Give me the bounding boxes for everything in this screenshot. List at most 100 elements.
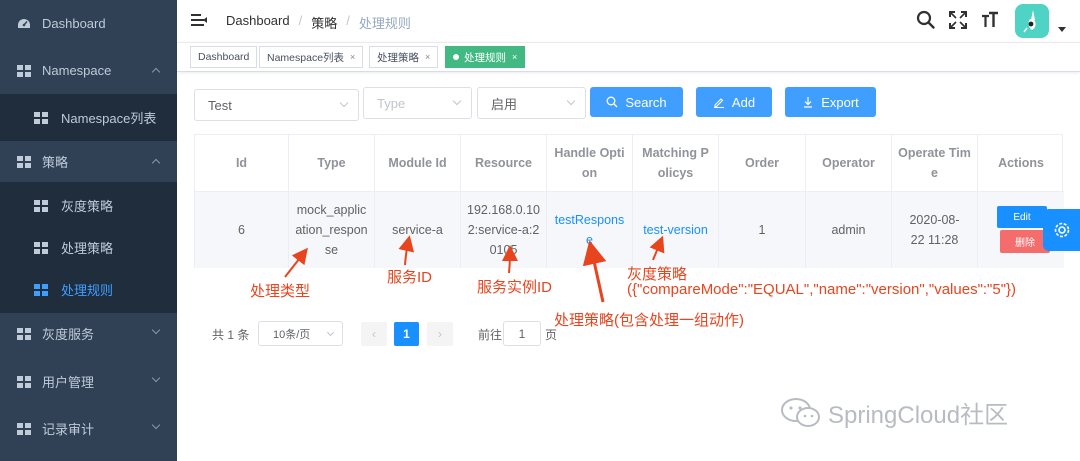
avatar-image bbox=[1023, 10, 1036, 33]
page-number-current[interactable]: 1 bbox=[394, 322, 419, 346]
grid-icon bbox=[17, 155, 31, 168]
cell-resource: 192.168.0.102:service-a:20105 bbox=[461, 192, 547, 268]
pagination-total: 共 1 条 bbox=[212, 328, 250, 342]
tag-label: 处理规则 bbox=[464, 51, 506, 64]
column-header-id[interactable]: Id bbox=[195, 135, 289, 192]
caret-down-icon[interactable] bbox=[1058, 27, 1066, 32]
rules-table: Id Type Module Id Resource Handle Option… bbox=[194, 134, 1064, 268]
column-header-module-id[interactable]: Module Id bbox=[375, 135, 461, 192]
tag-label: Namespace列表 bbox=[267, 51, 345, 64]
sidebar-item-label: Namespace列表 bbox=[61, 111, 157, 126]
chevron-down-icon bbox=[566, 96, 576, 106]
grid-icon bbox=[34, 199, 48, 212]
type-select-placeholder: Type bbox=[377, 95, 406, 111]
namespace-select[interactable]: Test bbox=[194, 89, 359, 121]
sidebar-item-label: 灰度服务 bbox=[42, 327, 95, 342]
search-icon[interactable] bbox=[916, 10, 936, 30]
sidebar-item-gray-policy[interactable]: 灰度策略 bbox=[0, 182, 177, 229]
tag-handle-rules[interactable]: 处理规则 × bbox=[445, 46, 526, 68]
column-header-type[interactable]: Type bbox=[289, 135, 375, 192]
sidebar-item-label: 用户管理 bbox=[42, 375, 95, 390]
breadcrumb-item[interactable]: 策略 bbox=[311, 13, 337, 32]
chevron-right-icon: › bbox=[438, 327, 442, 341]
column-header-order[interactable]: Order bbox=[719, 135, 806, 192]
sidebar-item-handle-rules[interactable]: 处理规则 bbox=[0, 266, 177, 313]
settings-button[interactable] bbox=[1043, 209, 1080, 251]
cell-type: mock_application_response bbox=[289, 192, 375, 268]
grid-icon bbox=[17, 327, 31, 340]
close-icon[interactable]: × bbox=[512, 52, 517, 62]
annotation-type: 处理类型 bbox=[250, 283, 311, 300]
export-button[interactable]: Export bbox=[785, 87, 876, 117]
close-icon[interactable]: × bbox=[350, 52, 355, 62]
column-header-matching-policys[interactable]: Matching Policys bbox=[633, 135, 719, 192]
column-header-handle-option[interactable]: Handle Option bbox=[547, 135, 633, 192]
grid-icon bbox=[17, 422, 31, 435]
hamburger-icon[interactable] bbox=[191, 13, 207, 27]
close-icon[interactable]: × bbox=[425, 52, 430, 62]
sidebar-item-handle-policy[interactable]: 处理策略 bbox=[0, 224, 177, 271]
namespace-select-value: Test bbox=[208, 97, 232, 113]
add-button[interactable]: Add bbox=[696, 87, 772, 117]
avatar[interactable] bbox=[1015, 4, 1049, 38]
column-header-operate-time[interactable]: Operate Time bbox=[892, 135, 978, 192]
edit-button[interactable]: Edit bbox=[997, 206, 1047, 228]
sidebar-item-label: 灰度策略 bbox=[61, 199, 114, 214]
font-size-icon[interactable] bbox=[980, 10, 1000, 30]
chevron-up-icon bbox=[151, 67, 161, 77]
chevron-down-icon bbox=[326, 328, 335, 337]
type-select[interactable]: Type bbox=[363, 87, 472, 119]
goto-label: 前往 bbox=[478, 328, 503, 342]
cell-operator: admin bbox=[806, 192, 892, 268]
status-select-value: 启用 bbox=[491, 96, 518, 112]
chevron-down-icon bbox=[151, 373, 161, 383]
chevron-up-icon bbox=[151, 158, 161, 168]
tag-namespace-list[interactable]: Namespace列表 × bbox=[259, 46, 364, 68]
chevron-down-icon bbox=[339, 98, 349, 108]
search-button-label: Search bbox=[625, 94, 667, 110]
sidebar-item-policy[interactable]: 策略 bbox=[0, 138, 177, 185]
sidebar-item-label: Namespace bbox=[42, 63, 112, 78]
search-button[interactable]: Search bbox=[590, 87, 683, 117]
chevron-down-icon bbox=[151, 325, 161, 335]
matching-policy-link[interactable]: test-version bbox=[633, 192, 719, 268]
handle-option-link[interactable]: testResponse bbox=[547, 192, 633, 268]
status-select[interactable]: 启用 bbox=[477, 87, 586, 119]
sidebar-item-namespace[interactable]: Namespace bbox=[0, 47, 177, 94]
tag-label: 处理策略 bbox=[377, 51, 419, 64]
annotation-gray-policy-detail: ({"compareMode":"EQUAL","name":"version"… bbox=[627, 281, 1017, 298]
sidebar-item-namespace-list[interactable]: Namespace列表 bbox=[0, 94, 177, 141]
sidebar: Dashboard Namespace Namespace列表 策略 灰度策略 … bbox=[0, 0, 177, 461]
sidebar-item-gray-service[interactable]: 灰度服务 bbox=[0, 310, 177, 357]
goto-page-suffix: 页 bbox=[545, 328, 558, 342]
tag-dashboard[interactable]: Dashboard bbox=[190, 46, 258, 68]
fullscreen-icon[interactable] bbox=[948, 10, 968, 30]
download-icon bbox=[804, 97, 813, 108]
tag-handle-policy[interactable]: 处理策略 × bbox=[369, 46, 439, 68]
navbar: Dashboard / 策略 / 处理规则 bbox=[177, 0, 1080, 42]
sidebar-item-audit-log[interactable]: 记录审计 bbox=[0, 405, 177, 452]
cell-module-id: service-a bbox=[375, 192, 461, 268]
page-size-select[interactable]: 10条/页 bbox=[258, 321, 343, 346]
next-page-button[interactable]: › bbox=[427, 322, 453, 346]
sidebar-item-user-management[interactable]: 用户管理 bbox=[0, 358, 177, 405]
sidebar-item-label: Dashboard bbox=[42, 16, 106, 31]
active-dot-icon bbox=[453, 54, 459, 60]
sidebar-item-label: 处理策略 bbox=[61, 241, 114, 256]
breadcrumb-item[interactable]: Dashboard bbox=[226, 13, 290, 32]
column-header-operator[interactable]: Operator bbox=[806, 135, 892, 192]
grid-icon bbox=[34, 241, 48, 254]
search-icon bbox=[606, 96, 618, 108]
sidebar-item-label: 记录审计 bbox=[42, 422, 95, 437]
grid-icon bbox=[34, 111, 48, 124]
goto-page-input[interactable]: 1 bbox=[503, 321, 541, 346]
column-header-resource[interactable]: Resource bbox=[461, 135, 547, 192]
prev-page-button[interactable]: ‹ bbox=[361, 322, 387, 346]
breadcrumb-item-current: 处理规则 bbox=[358, 16, 411, 31]
chevron-down-icon bbox=[452, 96, 462, 106]
sidebar-item-label: 策略 bbox=[42, 155, 69, 170]
cell-id: 6 bbox=[195, 192, 289, 268]
sidebar-item-dashboard[interactable]: Dashboard bbox=[0, 0, 177, 47]
annotation-instance-id: 服务实例ID bbox=[477, 279, 553, 296]
gear-icon bbox=[1054, 222, 1069, 238]
